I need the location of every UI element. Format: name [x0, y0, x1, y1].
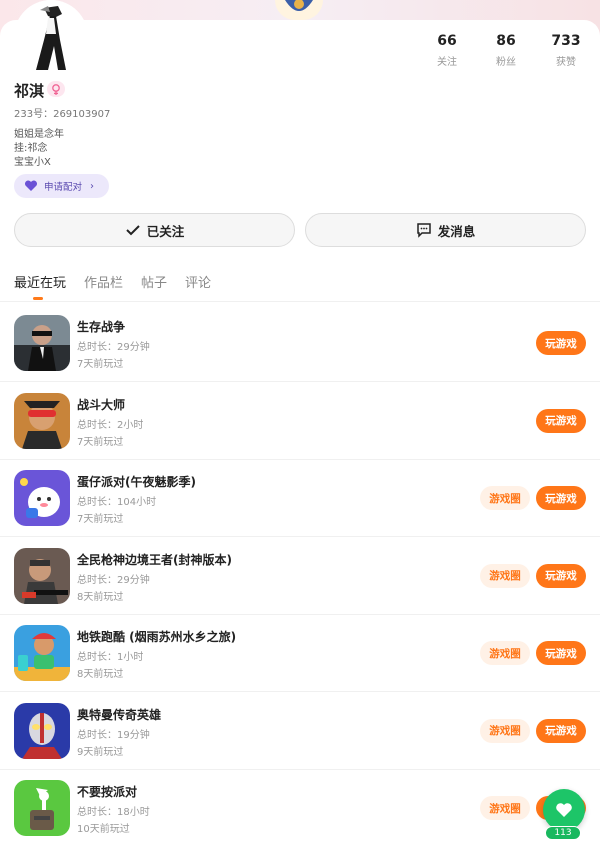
game-row[interactable]: 不要按派对总时长：18小时10天前玩过游戏圈玩游戏: [0, 780, 600, 857]
stat-following[interactable]: 66 关注: [417, 33, 477, 68]
play-game-button[interactable]: 玩游戏: [536, 408, 586, 433]
game-last-played: 8天前玩过: [77, 591, 124, 603]
active-tab-indicator: [33, 297, 43, 300]
game-name: 地铁跑酷 (烟雨苏州水乡之旅): [77, 630, 237, 644]
ultraman-icon[interactable]: [14, 702, 70, 759]
stat-likes-label: 获赞: [556, 57, 576, 68]
play-game-button[interactable]: 玩游戏: [536, 718, 586, 743]
play-game-button[interactable]: 玩游戏: [536, 563, 586, 588]
apply-pair-button[interactable]: 申请配对 ›: [14, 174, 109, 198]
profile-name: 祁淇: [14, 82, 45, 100]
bio-line: 挂:祁念: [14, 143, 48, 154]
avatar[interactable]: [14, 0, 88, 74]
like-count-badge: 113: [545, 826, 581, 840]
check-icon: [126, 225, 140, 236]
tab-comments[interactable]: 评论: [185, 272, 211, 291]
divider: [0, 381, 600, 382]
bio-line: 宝宝小X: [14, 157, 51, 168]
play-game-button[interactable]: 玩游戏: [536, 331, 586, 355]
stat-likes-count: 733: [551, 33, 581, 49]
game-playtime: 总时长：2小时: [77, 419, 144, 431]
survival-war-icon[interactable]: [14, 315, 70, 371]
heart-icon: [24, 180, 38, 191]
game-last-played: 7天前玩过: [77, 514, 124, 525]
gun-god-icon[interactable]: [14, 547, 70, 604]
game-name: 全民枪神边境王者(封神版本): [77, 552, 232, 567]
stat-fans-label: 粉丝: [496, 57, 516, 68]
game-playtime: 总时长：104小时: [77, 497, 157, 508]
game-name: 不要按派对: [77, 785, 138, 799]
message-icon: [416, 223, 431, 238]
like-fab-button[interactable]: [543, 789, 585, 831]
game-last-played: 10天前玩过: [77, 824, 130, 835]
stat-likes[interactable]: 733 获赞: [536, 33, 596, 68]
divider: [0, 613, 600, 615]
game-playtime: 总时长：1小时: [77, 652, 144, 663]
game-last-played: 9天前玩过: [77, 746, 124, 758]
game-playtime: 总时长：18小时: [77, 807, 150, 818]
game-circle-button[interactable]: 游戏圈: [480, 718, 530, 743]
tab-recently-played[interactable]: 最近在玩: [14, 272, 66, 291]
divider: [0, 768, 600, 770]
divider: [0, 691, 600, 692]
play-game-button[interactable]: 玩游戏: [536, 641, 586, 665]
stat-fans-count: 86: [496, 33, 516, 49]
send-message-button[interactable]: 发消息: [305, 213, 586, 247]
game-circle-button[interactable]: 游戏圈: [480, 796, 530, 820]
tab-works[interactable]: 作品栏: [84, 272, 123, 291]
bio-line: 姐姐是念年: [14, 129, 64, 140]
game-playtime: 总时长：29分钟: [77, 574, 150, 586]
stat-following-label: 关注: [437, 57, 457, 68]
user-id: 233号：269103907: [14, 109, 111, 120]
game-last-played: 7天前玩过: [77, 359, 124, 370]
game-playtime: 总时长：29分钟: [77, 342, 150, 353]
game-name: 蛋仔派对(午夜魅影季): [77, 475, 196, 489]
divider: [0, 536, 600, 537]
game-last-played: 7天前玩过: [77, 436, 124, 448]
chevron-right-icon: ›: [90, 180, 95, 192]
stat-following-count: 66: [437, 33, 457, 49]
divider: [0, 301, 600, 302]
game-name: 奥特曼传奇英雄: [77, 707, 162, 722]
subway-surfers-icon[interactable]: [14, 625, 70, 681]
heart-icon: [556, 803, 572, 817]
send-message-label: 发消息: [437, 223, 476, 239]
eggy-party-icon[interactable]: [14, 470, 70, 526]
game-name: 生存战争: [77, 320, 126, 334]
game-circle-button[interactable]: 游戏圈: [480, 563, 530, 588]
battle-master-icon[interactable]: [14, 392, 70, 449]
apply-pair-label: 申请配对: [44, 182, 83, 193]
game-circle-button[interactable]: 游戏圈: [480, 641, 530, 665]
profile-stats: 66 关注 86 粉丝 733 获赞: [400, 33, 600, 73]
game-circle-button[interactable]: 游戏圈: [480, 486, 530, 510]
game-last-played: 8天前玩过: [77, 669, 124, 680]
tab-posts[interactable]: 帖子: [141, 272, 167, 291]
followed-label: 已关注: [146, 223, 185, 239]
play-game-button[interactable]: 玩游戏: [536, 486, 586, 510]
divider: [0, 458, 600, 460]
stat-fans[interactable]: 86 粉丝: [476, 33, 536, 68]
game-name: 战斗大师: [77, 397, 126, 412]
game-playtime: 总时长：19分钟: [77, 729, 150, 741]
gender-female-icon: [47, 81, 65, 97]
followed-button[interactable]: 已关注: [14, 213, 295, 247]
dont-press-party-icon[interactable]: [14, 780, 70, 836]
